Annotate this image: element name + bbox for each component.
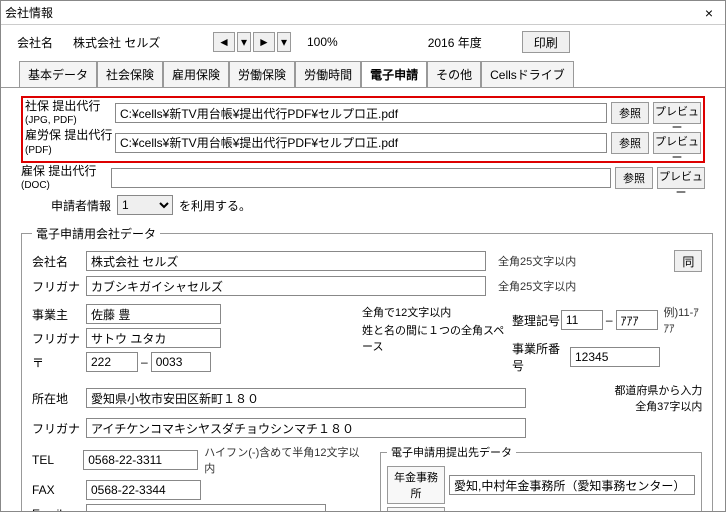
- owner-kana-label: フリガナ: [32, 330, 86, 347]
- window-title: 会社情報: [5, 4, 697, 21]
- addr-hint1: 都道府県から入力: [614, 382, 702, 398]
- seiri-hint: 例)11-ｱｱｱ: [664, 304, 703, 336]
- tab-bar: 基本データ 社会保険 雇用保険 労働保険 労働時間 電子申請 その他 Cells…: [1, 61, 725, 88]
- tab-shaho[interactable]: 社会保険: [97, 61, 163, 87]
- jigyo-label: 事業所番号: [512, 340, 570, 374]
- file-label-koyoro: 雇労保 提出代行(PDF): [25, 129, 115, 155]
- pension-input[interactable]: [449, 475, 695, 495]
- group-legend: 電子申請用会社データ: [32, 225, 160, 242]
- preview-button-koyoro[interactable]: プレビュー: [653, 132, 701, 154]
- same-button[interactable]: 同: [674, 250, 702, 272]
- file-path-koyoro[interactable]: [115, 133, 607, 153]
- file-path-shaho[interactable]: [115, 103, 607, 123]
- seiri-dash: –: [606, 313, 613, 327]
- year-value: 2016 年度: [428, 34, 482, 51]
- file-label-shaho: 社保 提出代行(JPG, PDF): [25, 100, 115, 126]
- tel-hint: ハイフン(-)含めて半角12文字以内: [204, 444, 362, 476]
- dest-legend: 電子申請用提出先データ: [387, 444, 516, 460]
- nav-buttons: ◄ ▾ ► ▾: [213, 32, 291, 52]
- company-data-group: 電子申請用会社データ 会社名 全角25文字以内 同 フリガナ 全角25文字以内 …: [21, 225, 713, 512]
- owner-label: 事業主: [32, 306, 86, 323]
- jigyo-input[interactable]: [570, 347, 660, 367]
- nav-prev-button[interactable]: ◄: [213, 32, 235, 52]
- tel-input[interactable]: [83, 450, 198, 470]
- tab-cellsdrive[interactable]: Cellsドライブ: [481, 61, 574, 87]
- highlighted-file-rows: 社保 提出代行(JPG, PDF) 参照 プレビュー 雇労保 提出代行(PDF)…: [21, 96, 705, 163]
- preview-button-koyo[interactable]: プレビュー: [657, 167, 705, 189]
- print-button[interactable]: 印刷: [522, 31, 570, 53]
- post2-input[interactable]: [151, 352, 211, 372]
- post1-input[interactable]: [86, 352, 138, 372]
- file-label-koyo: 雇保 提出代行(DOC): [21, 165, 111, 191]
- seiri-label: 整理記号: [512, 312, 561, 329]
- nav-prev-menu[interactable]: ▾: [237, 32, 251, 52]
- hello-label: ハローワーク: [387, 507, 445, 512]
- nav-next-button[interactable]: ►: [253, 32, 275, 52]
- addr-label: 所在地: [32, 390, 86, 407]
- preview-button-shaho[interactable]: プレビュー: [653, 102, 701, 124]
- cname-label: 会社名: [32, 253, 86, 270]
- ckana-label: フリガナ: [32, 278, 86, 295]
- nav-next-menu[interactable]: ▾: [277, 32, 291, 52]
- file-path-koyo[interactable]: [111, 168, 611, 188]
- company-label: 会社名: [17, 34, 63, 51]
- browse-button-shaho[interactable]: 参照: [611, 102, 649, 124]
- file-row-koyo: 雇保 提出代行(DOC) 参照 プレビュー: [21, 165, 705, 191]
- titlebar: 会社情報 ×: [1, 1, 725, 25]
- post-label: 〒: [32, 354, 86, 371]
- dest-group: 電子申請用提出先データ 年金事務所 ハローワーク 監督署: [380, 444, 702, 512]
- browse-button-koyo[interactable]: 参照: [615, 167, 653, 189]
- tab-time[interactable]: 労働時間: [295, 61, 361, 87]
- owner-input[interactable]: [86, 304, 221, 324]
- addrkana-input[interactable]: [86, 418, 526, 438]
- header: 会社名 株式会社 セルズ ◄ ▾ ► ▾ 100% 2016 年度 印刷: [1, 25, 725, 61]
- applicant-row: 申請者情報 1 を利用する。: [21, 195, 705, 215]
- content: 社保 提出代行(JPG, PDF) 参照 プレビュー 雇労保 提出代行(PDF)…: [1, 88, 725, 512]
- applicant-label: 申請者情報: [51, 197, 111, 214]
- company-info-window: 会社情報 × 会社名 株式会社 セルズ ◄ ▾ ► ▾ 100% 2016 年度…: [0, 0, 726, 512]
- tab-other[interactable]: その他: [427, 61, 481, 87]
- owner-kana-input[interactable]: [86, 328, 221, 348]
- company-name: 株式会社 セルズ: [73, 34, 203, 51]
- seiri2-input[interactable]: [616, 310, 658, 330]
- post-dash: –: [141, 355, 148, 369]
- tel-label: TEL: [32, 453, 83, 467]
- fax-input[interactable]: [86, 480, 201, 500]
- tab-denshi[interactable]: 電子申請: [361, 61, 427, 87]
- file-row-koyoro: 雇労保 提出代行(PDF) 参照 プレビュー: [25, 129, 701, 155]
- applicant-select[interactable]: 1: [117, 195, 173, 215]
- file-row-shaho: 社保 提出代行(JPG, PDF) 参照 プレビュー: [25, 100, 701, 126]
- cname-hint: 全角25文字以内: [498, 253, 576, 269]
- addr-input[interactable]: [86, 388, 526, 408]
- pension-label: 年金事務所: [387, 466, 445, 504]
- tab-basic[interactable]: 基本データ: [19, 61, 97, 87]
- owner-hint1: 全角で12文字以内: [362, 304, 512, 320]
- addr-hint2: 全角37字以内: [614, 398, 702, 414]
- tab-koyo[interactable]: 雇用保険: [163, 61, 229, 87]
- applicant-suffix: を利用する。: [179, 197, 251, 214]
- zoom-level: 100%: [307, 35, 338, 49]
- email-input[interactable]: [86, 504, 326, 512]
- fax-label: FAX: [32, 483, 86, 497]
- cname-input[interactable]: [86, 251, 486, 271]
- owner-hint2: 姓と名の間に１つの全角スペース: [362, 322, 512, 354]
- email-label: Email: [32, 507, 86, 512]
- browse-button-koyoro[interactable]: 参照: [611, 132, 649, 154]
- ckana-hint: 全角25文字以内: [498, 278, 576, 294]
- ckana-input[interactable]: [86, 276, 486, 296]
- tab-rodo[interactable]: 労働保険: [229, 61, 295, 87]
- close-icon[interactable]: ×: [697, 5, 721, 21]
- seiri1-input[interactable]: [561, 310, 603, 330]
- addrkana-label: フリガナ: [32, 420, 86, 437]
